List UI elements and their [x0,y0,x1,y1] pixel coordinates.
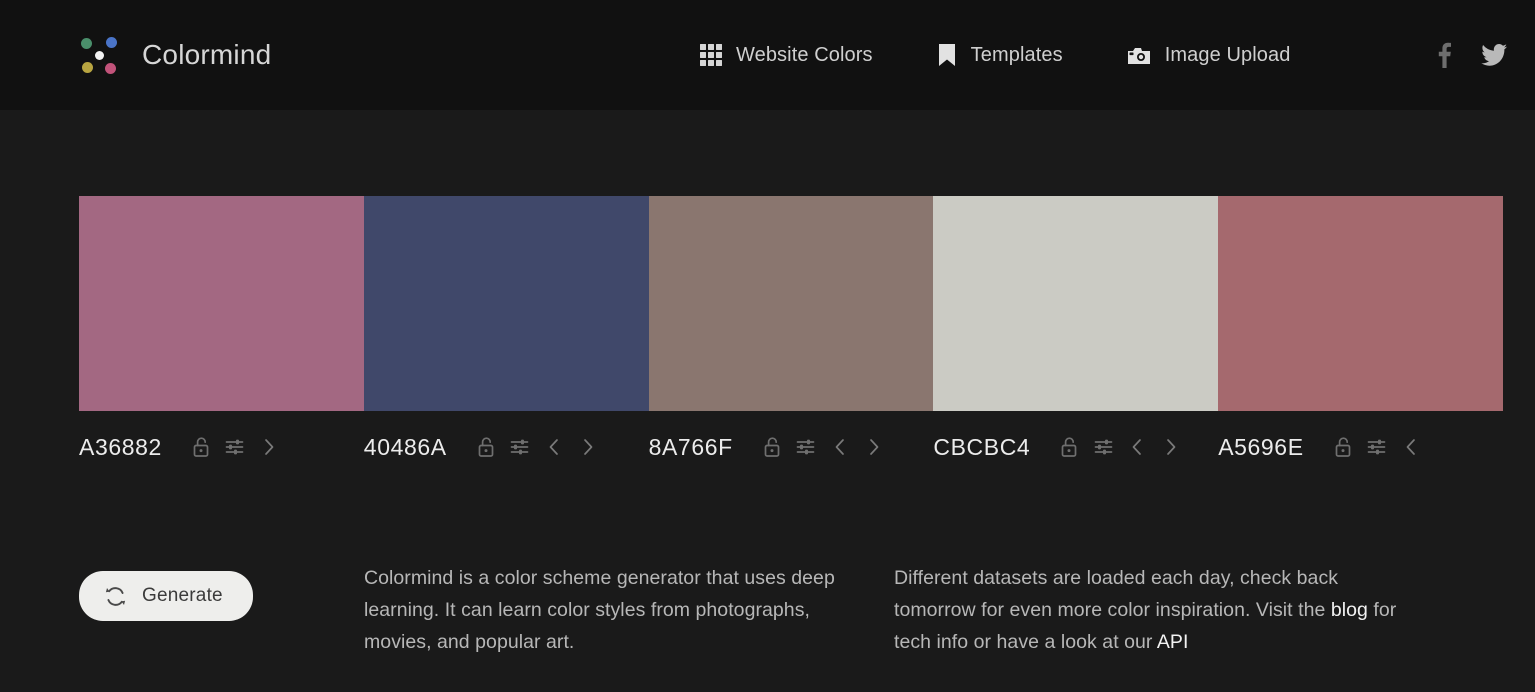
twitter-icon [1481,44,1507,66]
swatch-controls-1: A36882 [79,428,364,466]
unlock-icon[interactable] [1326,432,1360,462]
swatch-controls-row: A36882 40486A 8A766F CBCBC4 A5696E [79,428,1503,466]
swatch-controls-3: 8A766F [649,428,934,466]
logo-dot-green [81,38,92,49]
nav-item-website-colors[interactable]: Website Colors [700,44,873,67]
chevron-left-icon[interactable] [1394,432,1428,462]
twitter-link[interactable] [1481,44,1507,66]
chevron-right-icon[interactable] [252,432,286,462]
swatch-row [79,196,1503,411]
sliders-icon[interactable] [503,432,537,462]
brand-name: Colormind [142,39,272,70]
sliders-icon[interactable] [1360,432,1394,462]
chevron-left-icon[interactable] [537,432,571,462]
description-right: Different datasets are loaded each day, … [894,562,1414,658]
colormind-dots-logo [78,32,124,78]
hex-label-4[interactable]: CBCBC4 [933,434,1030,461]
logo-dot-blue [106,37,117,48]
generate-label: Generate [142,585,223,606]
description-right-part1: Different datasets are loaded each day, … [894,567,1339,621]
unlock-icon[interactable] [184,432,218,462]
color-swatch-4[interactable] [933,196,1219,411]
sliders-icon[interactable] [1086,432,1120,462]
generate-column: Generate [79,562,364,621]
brand-logo-link[interactable]: Colormind [78,32,271,78]
logo-dot-white [95,51,104,60]
hex-label-3[interactable]: 8A766F [649,434,733,461]
unlock-icon[interactable] [755,432,789,462]
hex-label-2[interactable]: 40486A [364,434,447,461]
color-swatch-5[interactable] [1218,196,1503,411]
chevron-left-icon[interactable] [823,432,857,462]
info-section: Generate Colormind is a color scheme gen… [0,466,1535,658]
nav-label-image-upload: Image Upload [1164,43,1291,66]
swatch-controls-2: 40486A [364,428,649,466]
unlock-icon[interactable] [1052,432,1086,462]
social-links [1438,0,1507,110]
nav-label-templates: Templates [970,43,1063,66]
facebook-icon [1438,42,1451,68]
site-header: Colormind Website Colors Templates Image… [0,0,1535,110]
description-left-text: Colormind is a color scheme generator th… [364,567,835,653]
chevron-right-icon[interactable] [857,432,891,462]
color-swatch-1[interactable] [79,196,364,411]
logo-dot-pink [105,63,116,74]
chevron-left-icon[interactable] [1120,432,1154,462]
sliders-icon[interactable] [218,432,252,462]
chevron-right-icon[interactable] [571,432,605,462]
swatch-controls-5: A5696E [1218,428,1503,466]
grid-icon [700,44,722,66]
color-swatch-2[interactable] [363,196,649,411]
camera-icon [1127,46,1151,65]
sliders-icon[interactable] [789,432,823,462]
description-right-text: Different datasets are loaded each day, … [894,562,1414,658]
generate-button[interactable]: Generate [79,571,253,621]
palette-section: A36882 40486A 8A766F CBCBC4 A5696E [0,110,1535,466]
nav-item-templates[interactable]: Templates [937,43,1063,67]
unlock-icon[interactable] [469,432,503,462]
nav-label-website-colors: Website Colors [736,43,873,66]
hex-label-5[interactable]: A5696E [1218,434,1303,461]
color-swatch-3[interactable] [648,196,934,411]
nav-item-image-upload[interactable]: Image Upload [1127,44,1291,67]
chevron-right-icon[interactable] [1154,432,1188,462]
hex-label-1[interactable]: A36882 [79,434,162,461]
bookmark-icon [937,43,957,67]
refresh-icon [105,586,126,607]
logo-dot-yellow [82,62,93,73]
description-left: Colormind is a color scheme generator th… [364,562,894,658]
api-link[interactable]: API [1157,631,1189,653]
main-navigation: Website Colors Templates Image Upload [700,0,1290,110]
blog-link[interactable]: blog [1331,599,1368,621]
facebook-link[interactable] [1438,42,1451,68]
swatch-controls-4: CBCBC4 [933,428,1218,466]
